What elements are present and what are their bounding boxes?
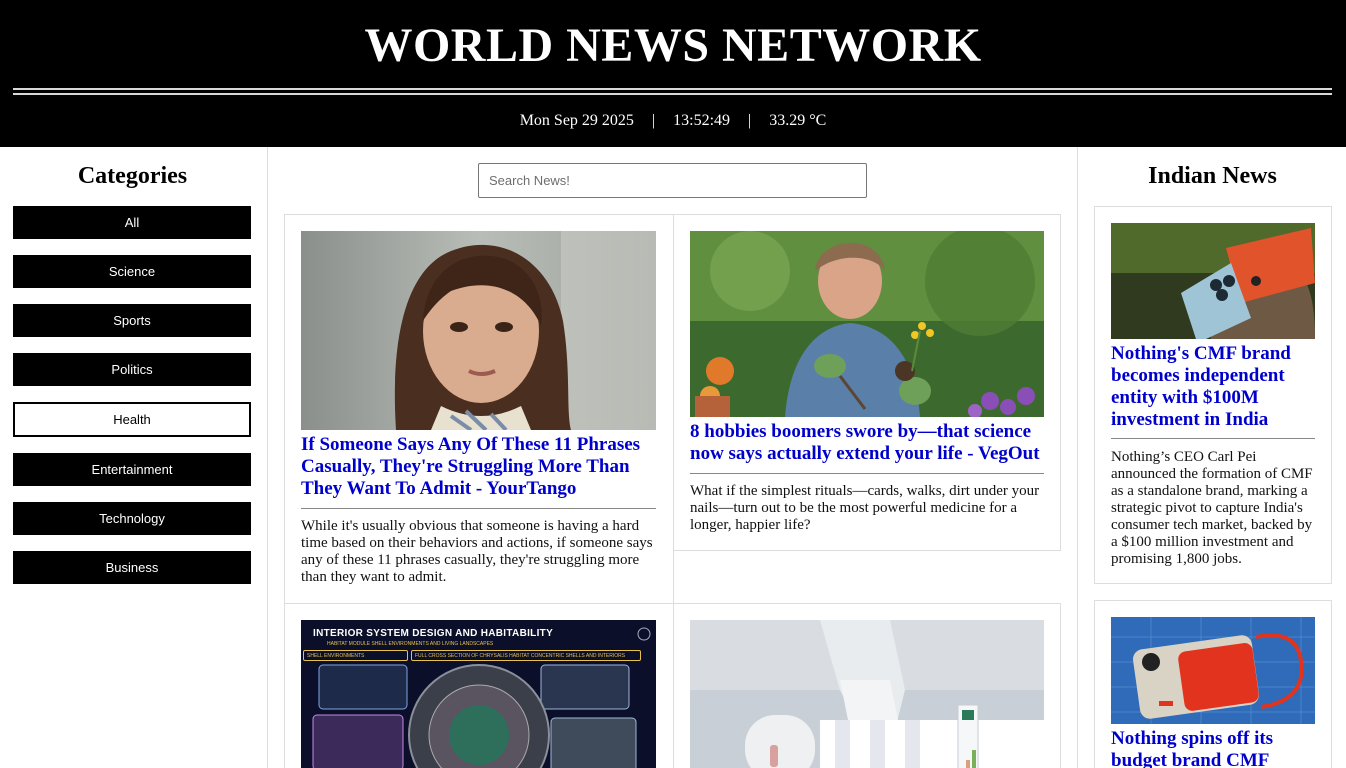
category-button-sports[interactable]: Sports: [13, 304, 251, 337]
search-input[interactable]: [478, 163, 867, 198]
article-image[interactable]: [1111, 617, 1315, 724]
article-image[interactable]: [690, 231, 1044, 417]
category-button-business[interactable]: Business: [13, 551, 251, 584]
article-divider: [301, 508, 656, 509]
current-date: Mon Sep 29 2025: [519, 112, 634, 129]
news-card[interactable]: If Someone Says Any Of These 11 Phrases …: [284, 214, 674, 604]
indian-news-title: Indian News: [1148, 163, 1277, 189]
indian-news-card[interactable]: Nothing's CMF brand becomes independent …: [1094, 206, 1332, 584]
header-rule-top: [13, 88, 1332, 90]
current-time: 13:52:49: [673, 112, 731, 129]
category-button-all[interactable]: All: [13, 206, 251, 239]
article-image[interactable]: [690, 620, 1044, 768]
info-separator: |: [651, 112, 656, 129]
article-description: Nothing’s CEO Carl Pei announced the for…: [1111, 449, 1313, 567]
category-button-entertainment[interactable]: Entertainment: [13, 453, 251, 486]
article-title[interactable]: If Someone Says Any Of These 11 Phrases …: [301, 434, 651, 500]
category-button-health[interactable]: Health: [13, 402, 251, 437]
article-title[interactable]: 8 hobbies boomers swore by—that science …: [690, 421, 1040, 465]
article-image[interactable]: [1111, 223, 1315, 339]
article-title[interactable]: Nothing's CMF brand becomes independent …: [1111, 343, 1316, 431]
article-description: What if the simplest rituals—cards, walk…: [690, 483, 1040, 533]
article-title[interactable]: Nothing spins off its budget brand CMF: [1111, 728, 1316, 768]
site-header: WORLD NEWS NETWORK Mon Sep 29 2025 | 13:…: [0, 0, 1346, 147]
category-button-technology[interactable]: Technology: [13, 502, 251, 535]
article-divider: [690, 473, 1044, 474]
indian-news-card[interactable]: Nothing spins off its budget brand CMF: [1094, 600, 1332, 768]
header-rule-bottom: [13, 93, 1332, 95]
category-button-science[interactable]: Science: [13, 255, 251, 288]
site-title: WORLD NEWS NETWORK: [364, 19, 982, 72]
article-image[interactable]: [301, 231, 656, 430]
article-divider: [1111, 438, 1315, 439]
article-description: While it's usually obvious that someone …: [301, 518, 653, 585]
current-temperature: 33.29 °C: [769, 112, 827, 129]
categories-title: Categories: [77, 163, 188, 189]
categories-sidebar: Categories All Science Sports Politics H…: [0, 147, 268, 768]
news-card[interactable]: [673, 603, 1061, 768]
news-card[interactable]: INTERIOR SYSTEM DESIGN AND HABITABILITY …: [284, 603, 674, 768]
category-button-politics[interactable]: Politics: [13, 353, 251, 386]
article-image[interactable]: INTERIOR SYSTEM DESIGN AND HABITABILITY …: [301, 620, 656, 768]
info-bar: Mon Sep 29 2025 | 13:52:49 | 33.29 °C: [0, 112, 1346, 130]
news-card[interactable]: 8 hobbies boomers swore by—that science …: [673, 214, 1061, 551]
info-separator: |: [748, 112, 752, 129]
